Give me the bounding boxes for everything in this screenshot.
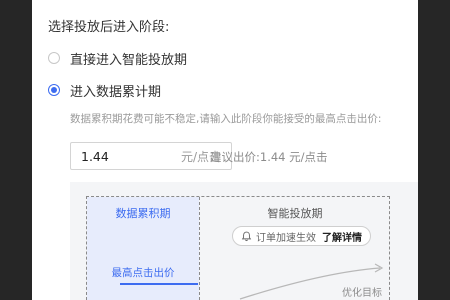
optimization-target-label: 优化目标 <box>342 288 382 299</box>
bell-icon <box>241 231 252 241</box>
radio-data-accumulate[interactable] <box>48 84 60 96</box>
order-boost-tip[interactable]: 订单加速生效 了解详情 <box>232 226 371 246</box>
suggested-bid: 建议出价:1.44 元/点击 <box>210 150 328 164</box>
bid-hint: 数据累积期花费可能不稳定,请输入此阶段你能接受的最高点击出价: <box>70 113 382 125</box>
option-direct-smart-label: 直接进入智能投放期 <box>70 52 188 68</box>
popover-caret <box>251 0 269 9</box>
max-bid-marker-line <box>120 283 198 285</box>
order-boost-text: 订单加速生效 <box>256 232 316 244</box>
option-direct-smart[interactable]: 直接进入智能投放期 <box>48 48 187 68</box>
option-data-accumulate[interactable]: 进入数据累计期 <box>48 80 161 100</box>
radio-direct-smart[interactable] <box>48 52 60 64</box>
accumulate-stage-title: 数据累积期 <box>115 207 171 220</box>
bid-stage-popover: 选择投放后进入阶段: 直接进入智能投放期 进入数据累计期 数据累积期花费可能不稳… <box>32 0 418 300</box>
max-bid-input[interactable]: 1.44 元/点击 <box>70 142 232 170</box>
learn-more-link[interactable]: 了解详情 <box>322 229 362 244</box>
smart-stage-title: 智能投放期 <box>267 207 323 220</box>
max-bid-marker-label: 最高点击出价 <box>111 267 175 279</box>
max-bid-value[interactable]: 1.44 <box>81 149 109 164</box>
option-data-accumulate-label: 进入数据累计期 <box>70 84 162 100</box>
stage-heading: 选择投放后进入阶段: <box>48 20 170 35</box>
